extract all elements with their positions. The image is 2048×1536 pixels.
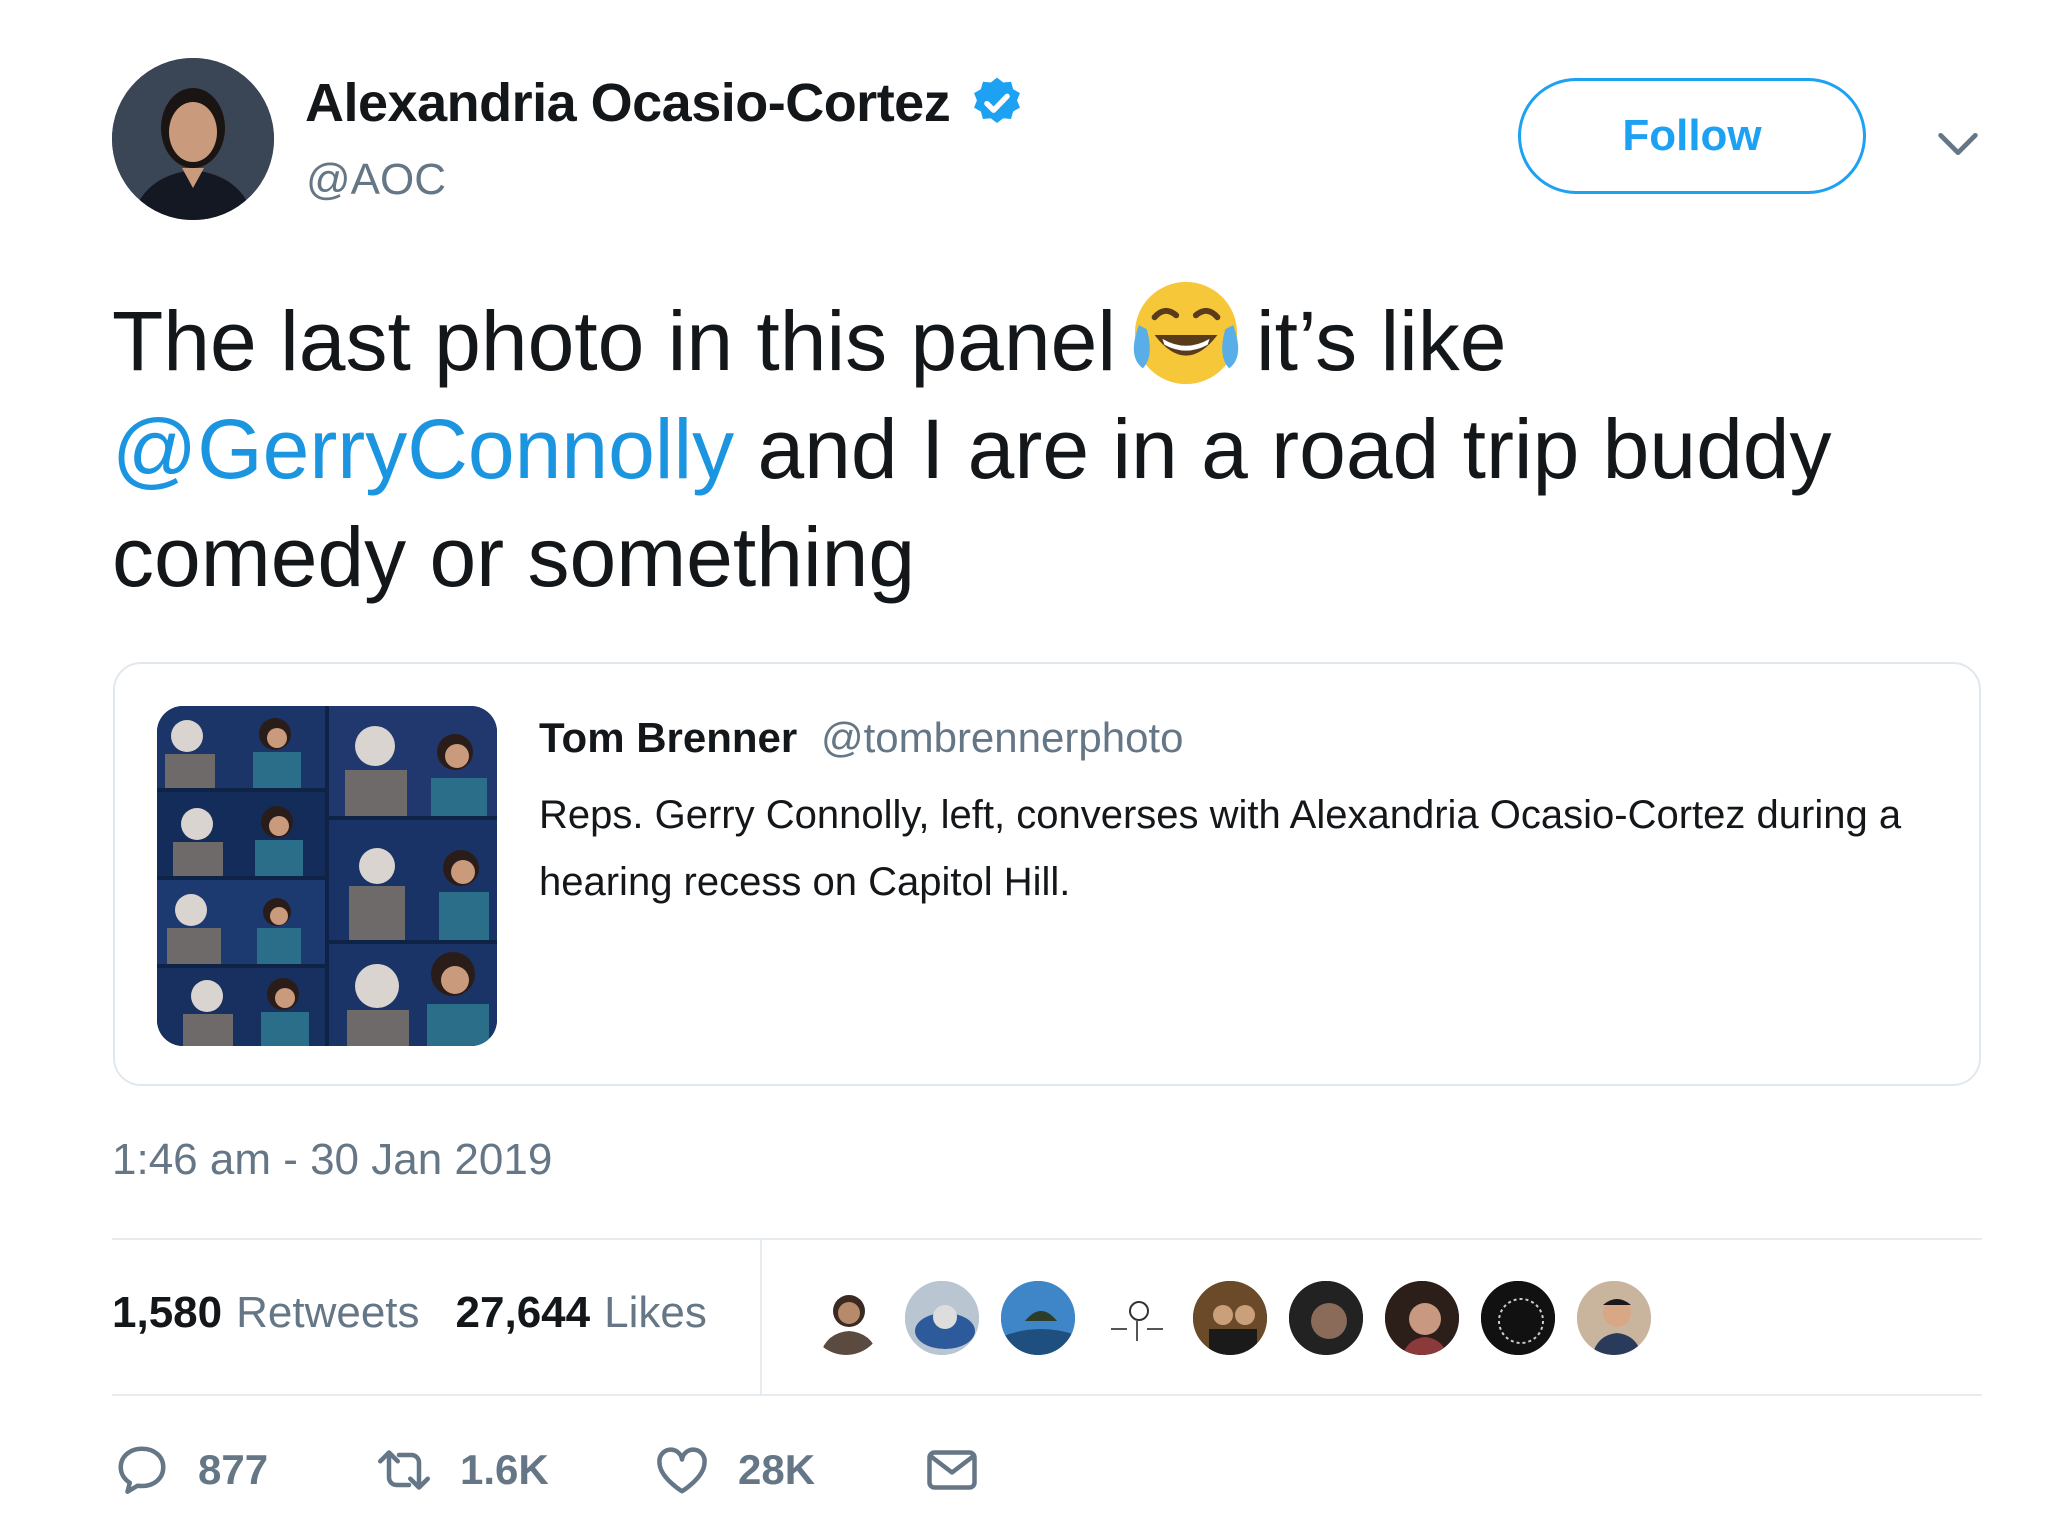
tweet-text-part2: it’s like xyxy=(1255,294,1507,388)
tweet-timestamp[interactable]: 1:46 am - 30 Jan 2019 xyxy=(112,1135,552,1185)
retweets-stat[interactable]: 1,580 Retweets xyxy=(112,1288,420,1337)
likes-label: Likes xyxy=(604,1288,707,1337)
quoted-tweet-header: Tom Brenner @tombrennerphoto xyxy=(539,714,1183,762)
author-avatar[interactable] xyxy=(112,58,274,220)
tweet-text: The last photo in this panel it’s like @… xyxy=(112,278,1932,611)
liker-avatar[interactable] xyxy=(1190,1278,1270,1358)
quoted-author-handle[interactable]: @tombrennerphoto xyxy=(821,714,1184,761)
chevron-down-icon[interactable] xyxy=(1932,118,1984,170)
reply-count: 877 xyxy=(198,1446,269,1493)
photo-collage-image xyxy=(157,706,497,1046)
tweet-stats: 1,580 Retweets 27,644 Likes xyxy=(112,1288,707,1338)
tweet: Alexandria Ocasio-Cortez @AOC Follow The… xyxy=(0,0,2048,1536)
quoted-author-name[interactable]: Tom Brenner xyxy=(539,714,797,761)
divider-vertical xyxy=(760,1240,762,1394)
likes-count: 27,644 xyxy=(455,1288,591,1337)
author-name-text[interactable]: Alexandria Ocasio-Cortez xyxy=(305,72,951,134)
envelope-icon xyxy=(927,1450,977,1490)
liker-avatar[interactable] xyxy=(1286,1278,1366,1358)
liker-avatar[interactable] xyxy=(902,1278,982,1358)
quoted-tweet-card[interactable]: Tom Brenner @tombrennerphoto Reps. Gerry… xyxy=(113,662,1981,1086)
reply-icon xyxy=(118,1446,166,1494)
liker-avatar[interactable] xyxy=(998,1278,1078,1358)
retweet-icon xyxy=(378,1450,430,1490)
quoted-tweet-image[interactable] xyxy=(157,706,497,1046)
avatar-image xyxy=(112,58,274,220)
retweets-count: 1,580 xyxy=(112,1288,223,1337)
retweet-button[interactable]: 1.6K xyxy=(374,1430,549,1510)
follow-button[interactable]: Follow xyxy=(1518,78,1866,194)
retweets-label: Retweets xyxy=(236,1288,420,1337)
verified-badge-icon xyxy=(974,77,1021,124)
author-name[interactable]: Alexandria Ocasio-Cortez xyxy=(305,72,1026,134)
divider-bottom xyxy=(112,1394,1982,1396)
like-button[interactable]: 28K xyxy=(652,1430,815,1510)
retweet-count: 1.6K xyxy=(460,1446,549,1493)
mention-link[interactable]: @GerryConnolly xyxy=(112,402,734,496)
divider-top xyxy=(112,1238,1982,1240)
tweet-text-part1: The last photo in this panel xyxy=(112,294,1116,388)
liker-avatar[interactable] xyxy=(806,1278,886,1358)
like-count: 28K xyxy=(738,1446,816,1493)
heart-icon xyxy=(657,1447,707,1494)
reply-button[interactable]: 877 xyxy=(112,1430,268,1510)
liker-avatar[interactable] xyxy=(1094,1278,1174,1358)
author-handle[interactable]: @AOC xyxy=(306,155,446,205)
liker-avatar[interactable] xyxy=(1382,1278,1462,1358)
likes-stat[interactable]: 27,644 Likes xyxy=(456,1288,707,1337)
direct-message-button[interactable] xyxy=(922,1430,982,1510)
tears-of-joy-emoji-icon xyxy=(1133,281,1239,385)
quoted-tweet-text: Reps. Gerry Connolly, left, converses wi… xyxy=(539,793,1902,904)
liker-avatar[interactable] xyxy=(1574,1278,1654,1358)
liker-avatar[interactable] xyxy=(1478,1278,1558,1358)
